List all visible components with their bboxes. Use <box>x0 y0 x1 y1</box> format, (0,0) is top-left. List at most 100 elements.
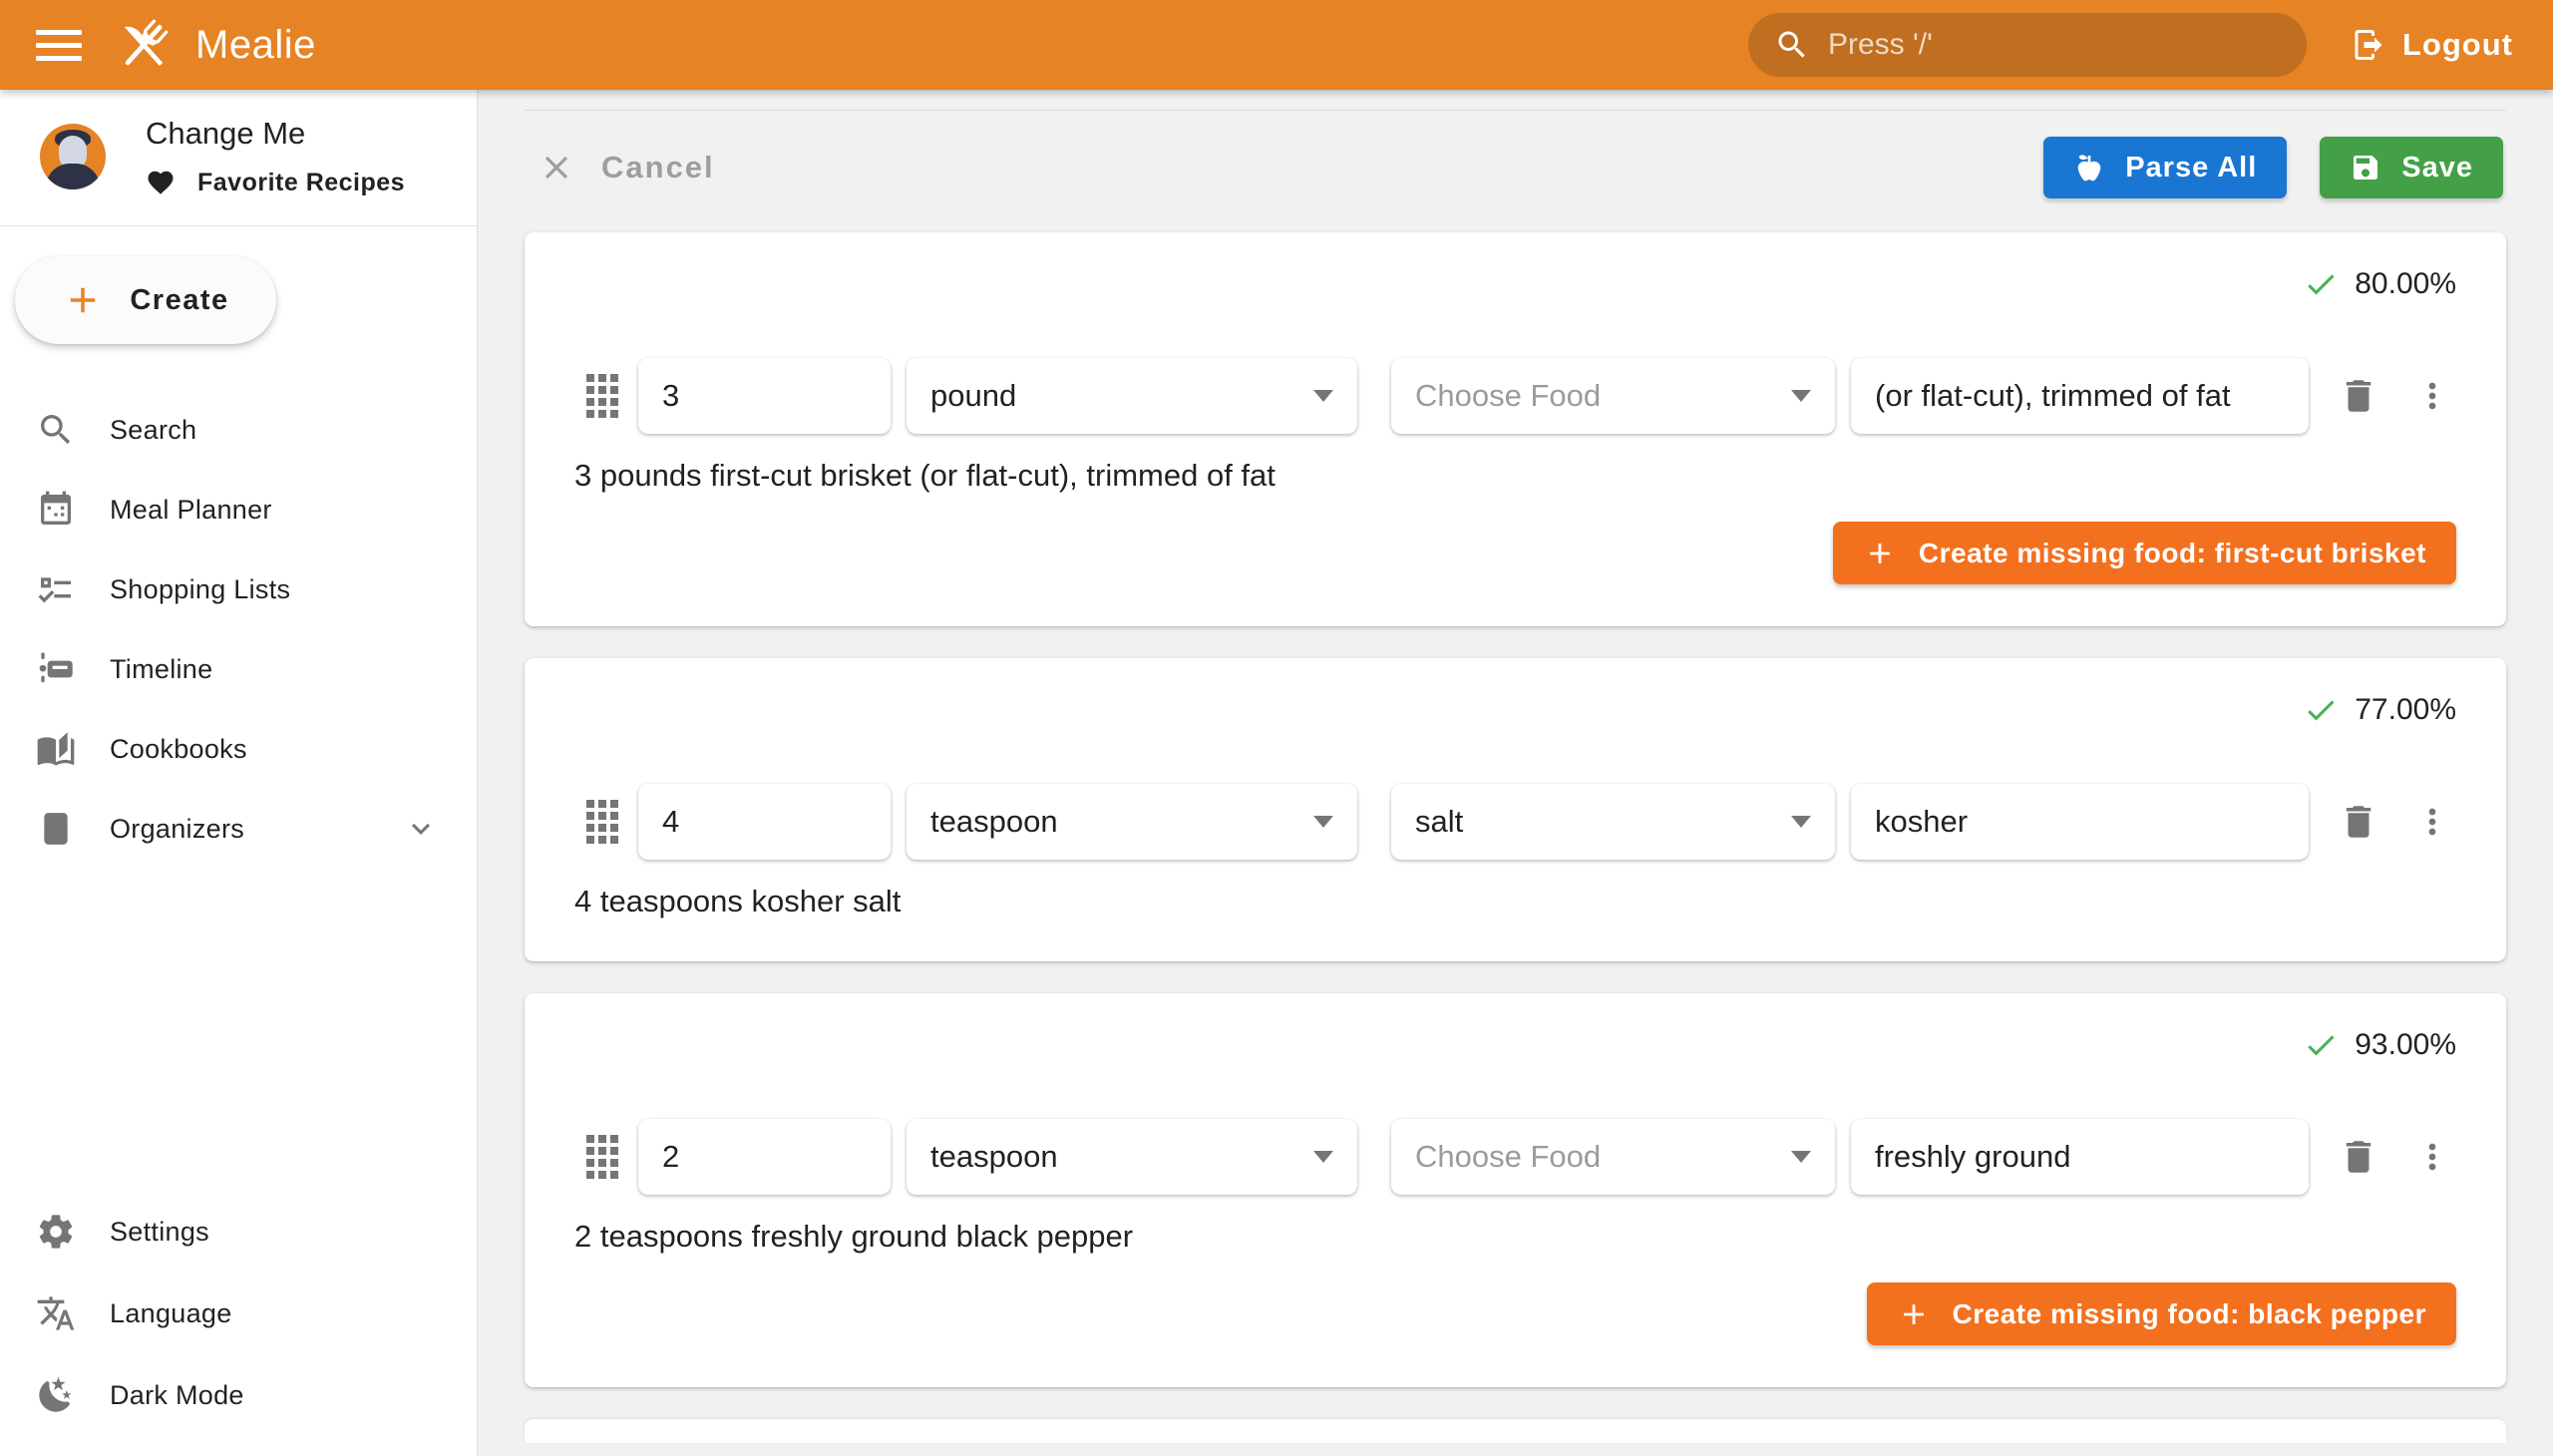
sidebar-item-label: Organizers <box>110 814 244 845</box>
ingredient-card: 80.00% pound Choose Food <box>525 232 2506 626</box>
favorite-recipes-label: Favorite Recipes <box>197 169 405 197</box>
sidebar: Change Me Favorite Recipes Create Search… <box>0 90 478 1456</box>
search-icon <box>1774 27 1810 63</box>
sidebar-item-search[interactable]: Search <box>0 390 477 470</box>
sidebar-item-timeline[interactable]: Timeline <box>0 629 477 709</box>
drag-handle-icon[interactable] <box>586 800 618 844</box>
translate-icon <box>36 1293 76 1333</box>
note-input[interactable] <box>1875 804 2285 840</box>
delete-button[interactable] <box>2335 1133 2382 1181</box>
food-select-value: Choose Food <box>1415 378 1601 414</box>
sidebar-item-settings[interactable]: Settings <box>0 1191 477 1273</box>
sidebar-item-organizers[interactable]: Organizers <box>0 789 477 869</box>
mealie-logo-icon <box>114 15 174 75</box>
confidence-row: 80.00% <box>574 266 2456 302</box>
unit-select-value: teaspoon <box>930 1139 1058 1175</box>
save-button[interactable]: Save <box>2320 137 2503 198</box>
chevron-down-icon <box>1791 390 1811 402</box>
chevron-down-icon <box>403 811 439 847</box>
food-select-value: salt <box>1415 804 1463 840</box>
sidebar-item-shopping-lists[interactable]: Shopping Lists <box>0 549 477 629</box>
food-select-value: Choose Food <box>1415 1139 1601 1175</box>
create-missing-food-label: Create missing food: black pepper <box>1953 1298 2427 1330</box>
ingredient-fields-row: teaspoon Choose Food <box>574 1119 2456 1195</box>
confidence-value: 93.00% <box>2355 1028 2456 1062</box>
trash-icon <box>2338 801 2379 843</box>
note-input[interactable] <box>1875 378 2285 414</box>
original-ingredient-text: 3 pounds first-cut brisket (or flat-cut)… <box>574 458 2456 494</box>
create-button[interactable]: Create <box>15 256 276 344</box>
check-icon <box>2303 692 2339 728</box>
more-options-button[interactable] <box>2408 798 2456 846</box>
app-title: Mealie <box>195 23 316 68</box>
unit-select-value: teaspoon <box>930 804 1058 840</box>
favorite-recipes-link[interactable]: Favorite Recipes <box>146 168 405 197</box>
sidebar-item-cookbooks[interactable]: Cookbooks <box>0 709 477 789</box>
food-select[interactable]: salt <box>1391 784 1835 860</box>
chevron-down-icon <box>1313 390 1333 402</box>
dots-vertical-icon <box>2412 376 2452 416</box>
confidence-row: 93.00% <box>574 1027 2456 1063</box>
content-top-divider <box>525 110 2506 111</box>
drag-handle-icon[interactable] <box>586 1135 618 1179</box>
save-icon <box>2350 152 2381 183</box>
check-icon <box>2303 1027 2339 1063</box>
unit-select[interactable]: pound <box>907 358 1357 434</box>
chevron-down-icon <box>1791 1151 1811 1163</box>
quantity-input[interactable] <box>662 378 867 414</box>
food-select[interactable]: Choose Food <box>1391 358 1835 434</box>
logout-button[interactable]: Logout <box>2351 27 2513 63</box>
parser-toolbar: Cancel Parse All Save <box>528 137 2503 198</box>
sidebar-item-label: Dark Mode <box>110 1380 244 1411</box>
sidebar-item-dark-mode[interactable]: Dark Mode <box>0 1354 477 1436</box>
menu-icon[interactable] <box>36 22 82 68</box>
sidebar-item-meal-planner[interactable]: Meal Planner <box>0 470 477 549</box>
cancel-button[interactable]: Cancel <box>528 149 725 186</box>
cog-icon <box>36 1212 76 1252</box>
drag-handle-icon[interactable] <box>586 374 618 418</box>
search-input[interactable]: Press '/' <box>1748 13 2307 77</box>
quantity-field <box>638 784 891 860</box>
save-label: Save <box>2401 152 2473 184</box>
dots-vertical-icon <box>2412 1137 2452 1177</box>
magnify-icon <box>36 410 76 450</box>
sidebar-nav: Search Meal Planner Shopping Lists Timel… <box>0 390 477 869</box>
note-field <box>1851 358 2309 434</box>
note-input[interactable] <box>1875 1139 2285 1175</box>
missing-food-row: Create missing food: first-cut brisket <box>574 522 2456 584</box>
plus-icon <box>62 279 104 321</box>
food-select[interactable]: Choose Food <box>1391 1119 1835 1195</box>
delete-button[interactable] <box>2335 798 2382 846</box>
sidebar-item-label: Shopping Lists <box>110 574 290 605</box>
confidence-value: 80.00% <box>2355 267 2456 301</box>
search-placeholder: Press '/' <box>1828 28 1933 62</box>
apple-icon <box>2073 152 2105 183</box>
missing-food-row: Create missing food: black pepper <box>574 1282 2456 1345</box>
more-options-button[interactable] <box>2408 1133 2456 1181</box>
quantity-input[interactable] <box>662 1139 867 1175</box>
chevron-down-icon <box>1791 816 1811 828</box>
logout-label: Logout <box>2402 27 2513 63</box>
user-name: Change Me <box>146 116 405 152</box>
sidebar-item-language[interactable]: Language <box>0 1273 477 1354</box>
parse-all-button[interactable]: Parse All <box>2043 137 2287 198</box>
next-ingredient-card-partial <box>525 1419 2506 1443</box>
more-options-button[interactable] <box>2408 372 2456 420</box>
sidebar-item-label: Cookbooks <box>110 734 247 765</box>
unit-select[interactable]: teaspoon <box>907 1119 1357 1195</box>
timeline-icon <box>36 649 76 689</box>
quantity-input[interactable] <box>662 804 867 840</box>
parse-all-label: Parse All <box>2125 152 2257 184</box>
moon-icon <box>36 1375 76 1415</box>
plus-icon <box>1863 537 1897 570</box>
create-missing-food-button[interactable]: Create missing food: black pepper <box>1867 1282 2457 1345</box>
create-missing-food-label: Create missing food: first-cut brisket <box>1919 538 2426 569</box>
delete-button[interactable] <box>2335 372 2382 420</box>
user-profile[interactable]: Change Me Favorite Recipes <box>0 90 477 225</box>
unit-select[interactable]: teaspoon <box>907 784 1357 860</box>
heart-icon <box>146 168 176 197</box>
original-ingredient-text: 4 teaspoons kosher salt <box>574 884 2456 919</box>
confidence-value: 77.00% <box>2355 693 2456 727</box>
logout-icon <box>2351 27 2386 63</box>
create-missing-food-button[interactable]: Create missing food: first-cut brisket <box>1833 522 2456 584</box>
